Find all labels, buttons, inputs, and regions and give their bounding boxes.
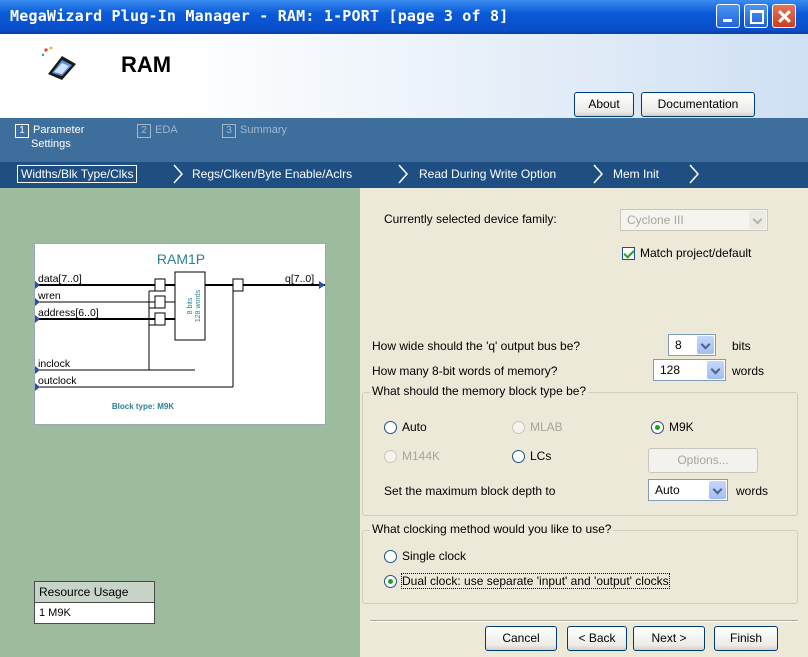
resource-usage-value: 1 M9K [34,603,155,624]
words-label: How many 8-bit words of memory? [372,364,558,378]
preview-pane: RAM1P data[7..0] wren address[6..0] incl… [0,188,360,657]
minimize-button[interactable] [716,4,740,28]
chevron-right-icon [592,163,604,184]
q-width-unit: bits [732,339,751,353]
chevron-right-icon [397,163,409,184]
chevron-down-icon [709,481,726,499]
tab-number: 2 [137,124,151,138]
radio-auto-label: Auto [402,420,427,434]
tab-summary[interactable]: 3 Summary [222,120,287,164]
tab-number: 1 [15,124,29,138]
clocking-group [362,530,798,604]
radio-m9k[interactable] [651,421,664,434]
port-address: address[6..0] [38,307,99,319]
device-family-value: Cyclone III [627,213,684,227]
radio-mlab[interactable] [512,421,525,434]
about-button[interactable]: About [574,92,634,117]
q-width-label: How wide should the 'q' output bus be? [372,339,581,353]
device-family-select[interactable]: Cyclone III [620,209,768,231]
finish-button[interactable]: Finish [714,626,778,651]
radio-dual-clock[interactable] [384,575,397,588]
q-width-select[interactable]: 8 [668,334,716,356]
match-project-label: Match project/default [640,246,752,260]
radio-lcs-label: LCs [530,449,552,463]
title-bar[interactable]: MegaWizard Plug-In Manager - RAM: 1-PORT… [0,0,808,34]
back-button[interactable]: < Back [567,626,627,651]
words-value: 128 [660,363,681,377]
max-depth-label: Set the maximum block depth to [384,484,556,498]
resource-usage-panel: Resource Usage 1 M9K [34,581,155,624]
window-title: MegaWizard Plug-In Manager - RAM: 1-PORT… [10,7,509,25]
clocking-legend: What clocking method would you like to u… [370,522,614,536]
tab-parameter-settings[interactable]: 1 Parameter Settings [15,120,125,164]
radio-dual-clock-label: Dual clock: use separate 'input' and 'ou… [401,573,670,589]
maximize-button[interactable] [744,4,768,28]
radio-m144k[interactable] [384,450,397,463]
chevron-down-icon [749,211,766,229]
crumb-read-during-write[interactable]: Read During Write Option [419,167,556,181]
diagram-title: RAM1P [157,251,205,267]
radio-m144k-label: M144K [402,449,441,463]
tab-eda[interactable]: 2 EDA [137,120,178,164]
resource-usage-header: Resource Usage [34,581,155,603]
match-project-checkbox[interactable] [622,247,635,260]
block-type-label: Block type: M9K [112,402,174,411]
crumb-widths-blk-type-clks[interactable]: Widths/Blk Type/Clks [17,165,138,183]
radio-mlab-label: MLAB [530,420,563,434]
tab-number: 3 [222,124,236,138]
crumb-mem-init[interactable]: Mem Init [613,167,659,181]
radio-m9k-label: M9K [669,420,694,434]
q-width-value: 8 [675,338,682,352]
page-heading: RAM [121,52,172,77]
chevron-down-icon [707,361,724,379]
close-button[interactable] [772,4,796,28]
breadcrumb: Widths/Blk Type/Clks Regs/Clken/Byte Ena… [0,162,808,188]
radio-single-clock-label: Single clock [402,549,467,563]
max-depth-unit: words [736,484,769,498]
port-data: data[7..0] [38,273,82,285]
words-select[interactable]: 128 [653,359,726,381]
radio-single-clock[interactable] [384,550,397,563]
chevron-right-icon [172,163,184,184]
cancel-button[interactable]: Cancel [485,626,557,651]
tab-label: Summary [240,124,288,136]
page-tabs: 1 Parameter Settings 2 EDA 3 Summary [0,118,808,162]
tab-sublabel: Settings [31,138,71,150]
device-family-label: Currently selected device family: [384,212,557,226]
radio-lcs[interactable] [512,450,525,463]
ram-wizard-icon [41,46,76,80]
documentation-button[interactable]: Documentation [641,92,755,117]
chevron-right-icon [688,163,700,184]
ram-symbol-diagram: RAM1P data[7..0] wren address[6..0] incl… [34,243,326,425]
words-unit: words [732,364,765,378]
port-wren: wren [37,290,61,302]
max-depth-select[interactable]: Auto [648,479,728,501]
chevron-down-icon [697,336,714,354]
tab-label: EDA [155,124,178,136]
options-button[interactable]: Options... [648,448,758,473]
block-type-legend: What should the memory block type be? [370,384,589,398]
wizard-header: RAM About Documentation [0,34,808,118]
max-depth-value: Auto [655,483,680,497]
port-q: q[7..0] [285,273,314,285]
next-button[interactable]: Next > [633,626,705,651]
port-inclock: inclock [38,358,71,370]
port-outclock: outclock [38,375,77,387]
footer-divider [370,620,798,622]
crumb-regs-clken[interactable]: Regs/Clken/Byte Enable/Aclrs [192,167,352,181]
wizard-window: MegaWizard Plug-In Manager - RAM: 1-PORT… [0,0,808,657]
radio-auto[interactable] [384,421,397,434]
tab-label: Parameter [33,124,85,136]
